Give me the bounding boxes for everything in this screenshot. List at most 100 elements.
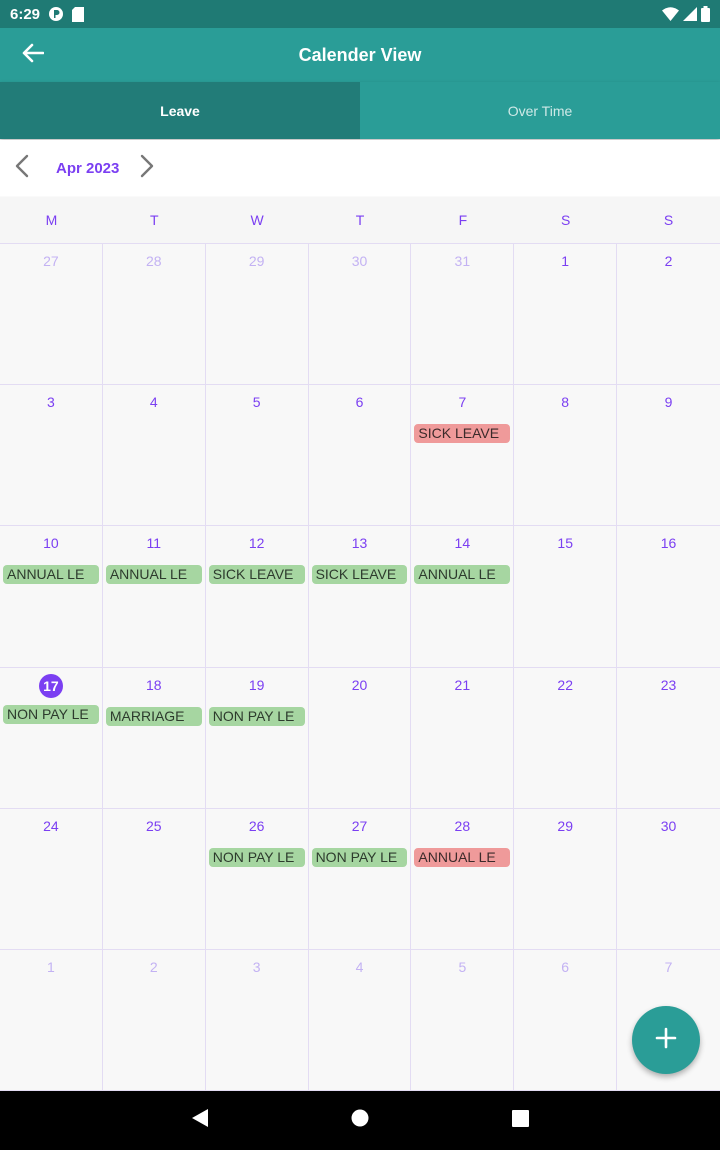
- calendar-day[interactable]: 21: [411, 667, 515, 809]
- calendar-day[interactable]: 6: [514, 949, 618, 1091]
- day-number: 2: [664, 253, 673, 269]
- calendar-day[interactable]: 22: [514, 667, 618, 809]
- leave-event-badge[interactable]: SICK LEAVE: [311, 565, 408, 585]
- day-number: 27: [43, 253, 59, 269]
- calendar-day[interactable]: 29: [205, 244, 309, 386]
- calendar-day[interactable]: 5: [411, 949, 515, 1091]
- calendar-day[interactable]: 11 ANNUAL LE: [102, 526, 206, 668]
- next-month-button[interactable]: [127, 148, 167, 188]
- status-bar: 6:29: [0, 0, 720, 28]
- day-number: 6: [355, 394, 364, 411]
- calendar-day[interactable]: 31: [411, 244, 515, 386]
- leave-event-badge[interactable]: ANNUAL LE: [414, 847, 511, 867]
- calendar-day[interactable]: 30: [617, 809, 720, 950]
- calendar-day[interactable]: 25: [102, 808, 206, 950]
- calendar-day[interactable]: 6: [308, 385, 412, 527]
- leave-event-badge[interactable]: ANNUAL LE: [105, 565, 202, 585]
- day-number: 1: [561, 253, 570, 269]
- day-number: 25: [145, 817, 162, 834]
- day-number: 3: [252, 958, 261, 975]
- calendar-grid: 27 28 29 30 31 1 2 3 4 5 6 7 SICK LEAVE 8 9 10 ANNUAL LE…: [0, 244, 720, 1091]
- add-leave-button[interactable]: [632, 1006, 700, 1074]
- system-home-button[interactable]: [345, 1106, 375, 1136]
- day-number: 23: [660, 676, 677, 693]
- tab-over-time[interactable]: Over Time: [360, 82, 720, 139]
- weekday-label: W: [250, 212, 264, 228]
- calendar-day[interactable]: 12 SICK LEAVE: [205, 526, 309, 668]
- calendar-day[interactable]: 26 NON PAY LE: [205, 808, 309, 950]
- day-number: 1: [47, 958, 55, 975]
- circle-home-icon: [351, 1109, 369, 1132]
- calendar-day[interactable]: 3: [205, 949, 309, 1091]
- leave-event-badge[interactable]: NON PAY LE: [208, 706, 305, 726]
- leave-event-badge[interactable]: SICK LEAVE: [414, 424, 511, 444]
- calendar-day[interactable]: 28: [102, 244, 206, 386]
- calendar-day[interactable]: 3: [0, 385, 103, 527]
- calendar-day[interactable]: 30: [308, 244, 412, 386]
- day-number: 6: [561, 958, 570, 975]
- calendar-day[interactable]: 4: [102, 385, 206, 527]
- plus-icon: [655, 1027, 677, 1054]
- calendar-day[interactable]: 2: [617, 244, 720, 386]
- day-number: 4: [149, 394, 158, 411]
- calendar-day[interactable]: 13 SICK LEAVE: [308, 526, 412, 668]
- calendar-day[interactable]: 7 SICK LEAVE: [411, 385, 515, 527]
- system-navigation-bar: [0, 1091, 720, 1150]
- calendar-day[interactable]: 24: [0, 808, 103, 950]
- calendar-day[interactable]: 4: [308, 949, 412, 1091]
- day-number: 2: [149, 958, 158, 975]
- day-number: 11: [146, 535, 162, 552]
- calendar-day[interactable]: 20: [308, 667, 412, 809]
- notification-app-icon: [48, 6, 64, 22]
- calendar-day[interactable]: 23: [617, 668, 720, 809]
- leave-event-badge[interactable]: SICK LEAVE: [208, 565, 305, 585]
- day-number: 7: [458, 394, 467, 411]
- leave-event-badge[interactable]: ANNUAL LE: [3, 565, 99, 585]
- leave-event-badge[interactable]: NON PAY LE: [208, 847, 305, 867]
- calendar-day[interactable]: 14 ANNUAL LE: [411, 526, 515, 668]
- triangle-back-icon: [191, 1108, 209, 1133]
- day-number: 20: [351, 676, 368, 693]
- calendar-day[interactable]: 27 NON PAY LE: [308, 808, 412, 950]
- previous-month-button[interactable]: [2, 148, 42, 188]
- system-recents-button[interactable]: [505, 1106, 535, 1136]
- leave-event-badge[interactable]: MARRIAGE: [105, 706, 202, 726]
- weekday-label: M: [45, 212, 58, 228]
- day-number: 22: [557, 676, 573, 693]
- calendar-day[interactable]: 18 MARRIAGE: [102, 667, 206, 809]
- calendar-day-today[interactable]: 17 NON PAY LE: [0, 667, 103, 809]
- tab-leave[interactable]: Leave: [0, 82, 360, 139]
- calendar-day[interactable]: 8: [514, 385, 618, 527]
- chevron-left-icon: [15, 154, 29, 183]
- leave-event-badge[interactable]: NON PAY LE: [311, 847, 408, 867]
- day-number: 31: [454, 253, 471, 269]
- calendar-day[interactable]: 28 ANNUAL LE: [411, 808, 515, 950]
- calendar-day[interactable]: 9: [617, 385, 720, 527]
- day-number: 26: [248, 817, 265, 834]
- day-number: 17: [38, 673, 63, 698]
- sd-card-icon: [72, 6, 85, 22]
- leave-event-badge[interactable]: ANNUAL LE: [414, 565, 511, 585]
- day-number: 27: [351, 817, 368, 834]
- calendar-day[interactable]: 5: [205, 385, 309, 527]
- calendar-day[interactable]: 29: [514, 808, 618, 950]
- back-button[interactable]: [16, 40, 50, 70]
- calendar-day[interactable]: 10 ANNUAL LE: [0, 526, 103, 668]
- calendar-day[interactable]: 19 NON PAY LE: [205, 667, 309, 809]
- square-recents-icon: [511, 1109, 529, 1132]
- calendar-day[interactable]: 1: [0, 949, 103, 1091]
- calendar-day[interactable]: 27: [0, 244, 103, 386]
- weekday-label: S: [663, 212, 674, 228]
- month-label[interactable]: Apr 2023: [42, 160, 127, 177]
- calendar-day[interactable]: 1: [514, 244, 618, 386]
- day-number: 12: [248, 535, 265, 552]
- day-number: 30: [351, 253, 368, 269]
- system-back-button[interactable]: [185, 1106, 215, 1136]
- weekday-label: S: [561, 212, 571, 228]
- calendar-day[interactable]: 15: [514, 526, 618, 668]
- calendar-day[interactable]: 16: [617, 526, 720, 668]
- leave-event-badge[interactable]: NON PAY LE: [3, 704, 99, 724]
- weekday-label: T: [355, 212, 365, 228]
- day-number: 24: [43, 817, 59, 834]
- calendar-day[interactable]: 2: [102, 949, 206, 1091]
